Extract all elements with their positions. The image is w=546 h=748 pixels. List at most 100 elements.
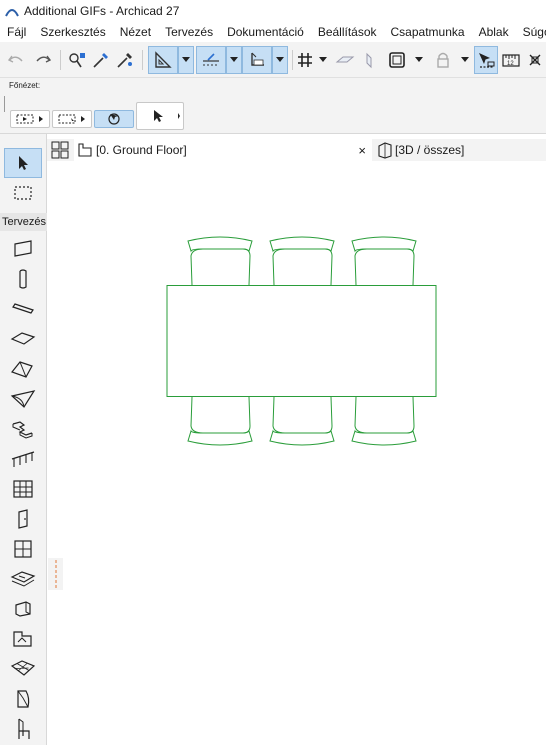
tracker-button[interactable] — [474, 46, 498, 74]
column-tool[interactable] — [4, 264, 42, 294]
infobox-separator — [4, 96, 5, 112]
marquee-tool[interactable] — [4, 178, 42, 208]
info-box: Főnézet: — [0, 78, 546, 134]
archicad-logo-icon — [5, 9, 19, 17]
roof-tool[interactable] — [4, 354, 42, 384]
coordinates-dropdown[interactable] — [272, 46, 288, 74]
tracker-icon — [479, 53, 495, 68]
door-tool[interactable] — [4, 504, 42, 534]
grid-snap-button[interactable] — [294, 46, 316, 74]
toolbox-panel: Tervezés — [0, 134, 47, 745]
surface-icon — [366, 52, 372, 69]
menu-file[interactable]: Fájl — [0, 25, 33, 39]
beam-tool[interactable] — [4, 294, 42, 324]
zone-icon — [17, 690, 30, 708]
menu-help[interactable]: Súgó — [516, 25, 546, 39]
window-title: Additional GIFs - Archicad 27 — [24, 4, 180, 18]
dropdown-arrow-icon — [182, 57, 190, 62]
chair-top-3 — [351, 236, 417, 286]
selection-method-button[interactable] — [10, 110, 50, 128]
layer-button[interactable] — [334, 46, 356, 74]
chair-top-2 — [269, 236, 335, 286]
snap-guides-button[interactable] — [148, 46, 178, 74]
tab-3d-view[interactable]: [3D / összes] — [376, 139, 526, 161]
corner-window-tool[interactable] — [4, 624, 42, 654]
marquee-method-icon — [58, 114, 85, 124]
quick-selection-button[interactable] — [94, 110, 134, 128]
snap-guides-dropdown[interactable] — [178, 46, 194, 74]
undo-icon — [7, 55, 23, 63]
coordinates-icon — [251, 52, 264, 66]
coordinates-button[interactable] — [242, 46, 272, 74]
arrow-options-button[interactable] — [136, 102, 184, 130]
lock-button[interactable] — [430, 46, 456, 74]
renovation-dropdown[interactable] — [412, 46, 426, 74]
design-section-label: Tervezés — [0, 213, 47, 231]
view-tab-bar: [0. Ground Floor] × [3D / összes] — [47, 139, 546, 161]
shell-icon — [10, 390, 36, 408]
dining-table — [166, 285, 437, 397]
menu-design[interactable]: Tervezés — [158, 25, 220, 39]
arrow-tool[interactable] — [4, 148, 42, 178]
wall-end-tool[interactable] — [4, 594, 42, 624]
renovation-icon — [389, 52, 405, 68]
pick-up-button[interactable] — [66, 46, 88, 74]
menu-view[interactable]: Nézet — [113, 25, 158, 39]
tab-overview-icon[interactable] — [51, 141, 69, 159]
surface-button[interactable] — [358, 46, 380, 74]
undo-button[interactable] — [6, 46, 26, 74]
railing-icon — [11, 451, 35, 467]
floor-plan-icon — [78, 143, 92, 157]
grid-snap-dropdown[interactable] — [316, 46, 330, 74]
eyedropper-icon — [93, 53, 108, 68]
chair-bottom-2 — [269, 396, 335, 446]
inject-button[interactable] — [114, 46, 136, 74]
tab-floor-plan[interactable]: [0. Ground Floor] × — [74, 139, 372, 161]
redo-button[interactable] — [32, 46, 54, 74]
panel-collapse-handle[interactable] — [48, 558, 63, 590]
marquee-method-button[interactable] — [52, 110, 92, 128]
menu-window[interactable]: Ablak — [472, 25, 516, 39]
menu-document[interactable]: Dokumentáció — [220, 25, 311, 39]
menu-edit[interactable]: Szerkesztés — [33, 25, 112, 39]
eyedropper-button[interactable] — [90, 46, 112, 74]
edit-plane-dropdown[interactable] — [226, 46, 242, 74]
curtain-wall-tool[interactable] — [4, 474, 42, 504]
edit-plane-button[interactable] — [196, 46, 226, 74]
curtain-wall-icon — [13, 480, 33, 498]
corner-window-icon — [13, 631, 32, 647]
infobox-label: Főnézet: — [9, 81, 41, 90]
shell-tool[interactable] — [4, 384, 42, 414]
tab-close-icon[interactable]: × — [358, 143, 366, 158]
skylight-tool[interactable] — [4, 564, 42, 594]
wall-tool[interactable] — [4, 234, 42, 264]
slab-tool[interactable] — [4, 324, 42, 354]
grid-snap-icon — [298, 53, 312, 67]
object-tool[interactable] — [4, 714, 42, 744]
roof-icon — [11, 361, 33, 378]
menu-bar: Fájl Szerkesztés Nézet Tervezés Dokument… — [0, 22, 546, 42]
dropdown-arrow-icon — [276, 57, 284, 62]
dropdown-arrow-icon — [415, 57, 423, 62]
inject-icon — [117, 53, 132, 68]
hotspot-icon — [529, 54, 541, 66]
stair-tool[interactable] — [4, 414, 42, 444]
zone-tool[interactable] — [4, 684, 42, 714]
renovation-button[interactable] — [384, 46, 410, 74]
skylight-icon — [10, 571, 36, 587]
standard-toolbar: 12 — [0, 42, 546, 78]
railing-tool[interactable] — [4, 444, 42, 474]
measure-button[interactable]: 12 — [500, 46, 522, 74]
tab-floor-plan-label: [0. Ground Floor] — [96, 143, 187, 157]
stair-icon — [12, 421, 33, 439]
floor-plan-canvas[interactable] — [47, 161, 546, 745]
menu-options[interactable]: Beállítások — [311, 25, 384, 39]
svg-text:12: 12 — [507, 61, 514, 67]
menu-teamwork[interactable]: Csapatmunka — [384, 25, 472, 39]
window-tool[interactable] — [4, 534, 42, 564]
hotspot-button[interactable] — [524, 46, 546, 74]
snap-guides-icon — [155, 51, 172, 68]
chair-top-1 — [187, 236, 253, 286]
mesh-tool[interactable] — [4, 654, 42, 684]
lock-dropdown[interactable] — [458, 46, 472, 74]
